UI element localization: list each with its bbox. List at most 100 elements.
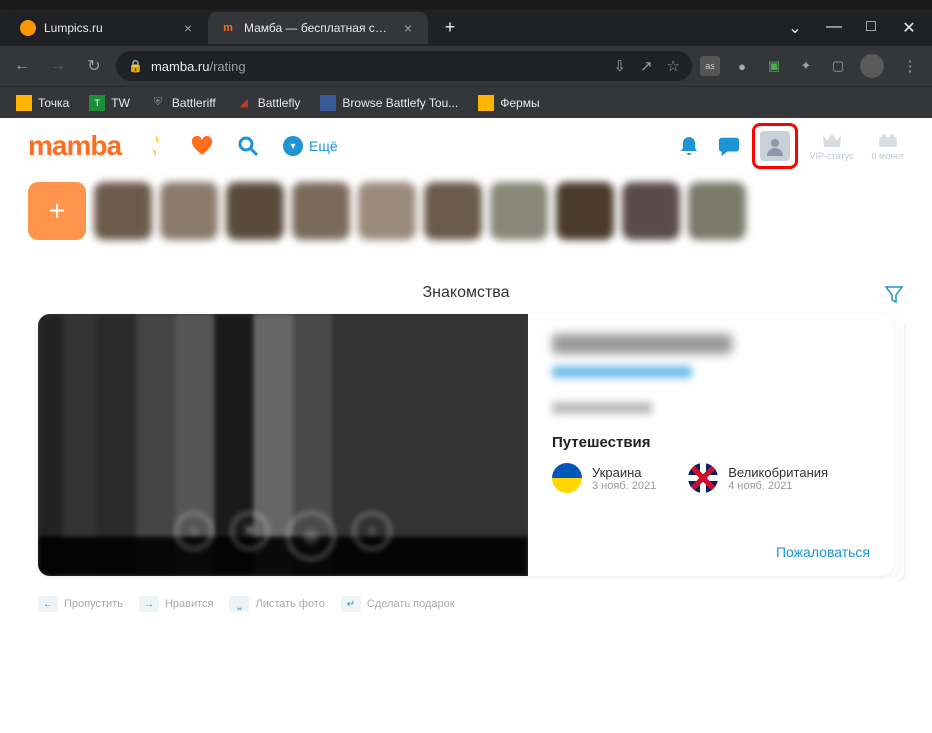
bm-icon: ⛨ [150,95,166,111]
more-button[interactable]: ▾ Ещё [283,136,338,156]
bookmark-item[interactable]: TTW [81,91,138,115]
user-tile[interactable] [160,182,218,240]
close-icon[interactable]: × [400,20,416,36]
profile-status-blurred [552,366,692,378]
user-tile[interactable] [688,182,746,240]
page-content: mamba ▾ Ещё VIP-статус 0 монет + [0,118,932,733]
tab-title: Мамба — бесплатная сеть знак [244,21,392,35]
minimize-button[interactable]: — [826,18,840,38]
action-skip[interactable]: ←Пропустить [38,596,123,612]
back-button[interactable]: ← [8,52,36,80]
browser-tab-inactive[interactable]: Lumpics.ru × [8,12,208,44]
bm-icon: T [89,95,105,111]
install-icon[interactable]: ⇩ [613,57,626,75]
bm-icon [320,95,336,111]
profile-info: Путешествия Украина 3 нояб. 2021 Великоб… [528,314,894,576]
section-title: Знакомства [0,284,932,302]
keyboard-hints: ←Пропустить →Нравится ⎵Листать фото ↵Сде… [0,588,932,620]
prev-photo-button[interactable]: ‹ [175,512,213,550]
coins-icon [877,131,899,149]
profile-avatar-highlighted [758,129,792,163]
profile-photo[interactable]: ‹ ✕ ◎ › [38,314,528,576]
user-tile[interactable] [292,182,350,240]
action-like[interactable]: →Нравится [139,596,214,612]
dislike-button[interactable]: ✕ [231,512,269,550]
notifications-icon[interactable] [678,135,700,157]
user-tile[interactable] [622,182,680,240]
dropdown-icon[interactable]: ⌄ [788,18,802,38]
action-gift[interactable]: ↵Сделать подарок [341,596,455,612]
like-icon[interactable] [191,135,213,157]
browser-tabs: Lumpics.ru × m Мамба — бесплатная сеть з… [0,10,932,46]
profile-avatar[interactable] [760,131,790,161]
address-bar-row: ← → ↻ 🔒 mamba.ru/rating ⇩ ↗ ☆ as ● ▣ ✦ ▢… [0,46,932,86]
search-icon[interactable] [237,135,259,157]
key-icon: ← [38,596,58,612]
bookmark-item[interactable]: ⛨Battleriff [142,91,224,115]
profile-card: ‹ ✕ ◎ › Путешествия Украина 3 нояб. 20 [38,314,894,576]
mamba-logo[interactable]: mamba [28,130,121,162]
key-icon: ⎵ [229,596,249,612]
user-carousel: + [0,174,932,248]
profile-name-blurred [552,334,732,354]
travel-heading: Путешествия [552,434,870,451]
forward-button[interactable]: → [44,52,72,80]
bookmarks-bar: Точка TTW ⛨Battleriff ◢Battlefly Browse … [0,86,932,118]
chrome-profile-avatar[interactable] [860,54,884,78]
ext-icon[interactable]: ▣ [764,56,784,76]
url-domain: mamba.ru [151,59,210,74]
coins-button[interactable]: 0 монет [872,131,905,161]
extensions-puzzle-icon[interactable]: ✦ [796,56,816,76]
trip-date: 3 нояб. 2021 [592,480,656,492]
user-tile[interactable] [358,182,416,240]
close-button[interactable]: ✕ [902,18,916,38]
address-bar[interactable]: 🔒 mamba.ru/rating ⇩ ↗ ☆ [116,51,692,81]
favicon-mamba: m [220,20,236,36]
trip-item: Украина 3 нояб. 2021 [552,463,656,493]
vip-status-button[interactable]: VIP-статус [810,131,854,161]
star-icon[interactable]: ☆ [667,57,680,75]
key-icon: → [139,596,159,612]
user-tile[interactable] [490,182,548,240]
messages-icon[interactable] [718,135,740,157]
ext-icon[interactable]: ▢ [828,56,848,76]
tab-title: Lumpics.ru [44,21,172,35]
crown-icon [821,131,843,149]
chrome-menu-icon[interactable]: ⋮ [896,52,924,80]
trip-country: Украина [592,465,656,480]
close-icon[interactable]: × [180,20,196,36]
bm-icon [16,95,32,111]
bookmark-item[interactable]: Точка [8,91,77,115]
share-icon[interactable]: ↗ [640,57,653,75]
ext-lastfm-icon[interactable]: as [700,56,720,76]
bookmark-item[interactable]: Фермы [470,91,547,115]
key-icon: ↵ [341,596,361,612]
maximize-button[interactable]: □ [864,18,878,38]
profile-detail-blurred [552,402,652,414]
user-tile[interactable] [94,182,152,240]
site-header: mamba ▾ Ещё VIP-статус 0 монет [0,118,932,174]
action-browse[interactable]: ⎵Листать фото [229,596,324,612]
user-tile[interactable] [226,182,284,240]
new-tab-button[interactable]: + [436,14,464,42]
bm-icon [478,95,494,111]
trip-item: Великобритания 4 нояб. 2021 [688,463,828,493]
trip-date: 4 нояб. 2021 [728,480,828,492]
url-path: /rating [209,59,245,74]
add-photo-tile[interactable]: + [28,182,86,240]
favicon-lumpics [20,20,36,36]
superlike-button[interactable]: ◎ [287,512,335,560]
encounters-icon[interactable] [145,135,167,157]
browser-tab-active[interactable]: m Мамба — бесплатная сеть знак × [208,12,428,44]
complain-link[interactable]: Пожаловаться [776,544,870,560]
bookmark-item[interactable]: Browse Battlefy Tou... [312,91,466,115]
bm-icon: ◢ [236,95,252,111]
reload-button[interactable]: ↻ [80,52,108,80]
ext-icon[interactable]: ● [732,56,752,76]
bookmark-item[interactable]: ◢Battlefly [228,91,309,115]
user-tile[interactable] [556,182,614,240]
user-tile[interactable] [424,182,482,240]
chevron-down-icon: ▾ [283,136,303,156]
lock-icon: 🔒 [128,59,143,73]
next-photo-button[interactable]: › [353,512,391,550]
